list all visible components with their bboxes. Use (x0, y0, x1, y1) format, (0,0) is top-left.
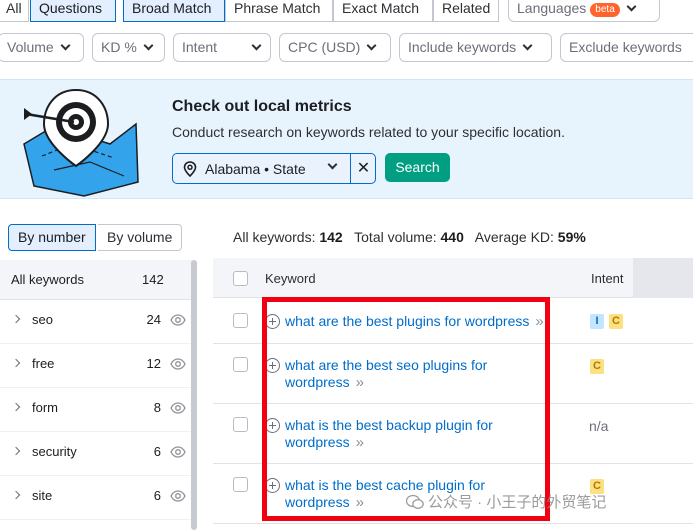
table-header: Keyword Intent (213, 258, 693, 298)
all-keywords-group[interactable]: All keywords 142 (0, 260, 193, 300)
group-count: 8 (153, 400, 161, 415)
clear-location-button[interactable]: ✕ (350, 154, 376, 183)
kd-filter-label: KD % (101, 39, 137, 55)
eye-icon[interactable] (170, 446, 186, 458)
chevron-right-icon (11, 314, 21, 324)
chevron-right-icon (11, 490, 21, 500)
group-count: 12 (146, 356, 161, 371)
all-keywords-count: 142 (142, 272, 164, 287)
chevron-down-icon (626, 1, 637, 12)
group-item-free[interactable]: free 12 (0, 344, 193, 388)
row-checkbox[interactable] (233, 417, 248, 432)
tab-exact-match[interactable]: Exact Match (333, 0, 433, 22)
intent-filter-label: Intent (182, 39, 218, 55)
languages-dropdown[interactable]: Languages beta (508, 0, 660, 22)
tab-all[interactable]: All (0, 0, 29, 22)
tab-phrase-match[interactable]: Phrase Match (225, 0, 333, 22)
volume-filter-label: Volume (7, 39, 54, 55)
chevron-down-icon (366, 40, 377, 51)
intent-not-available: n/a (589, 418, 609, 434)
close-icon: ✕ (356, 160, 371, 177)
row-checkbox[interactable] (233, 477, 248, 492)
keyword-groups-panel: By number By volume All keywords 142 seo… (0, 214, 198, 530)
keywords-summary: All keywords: 142 Total volume: 440 Aver… (233, 229, 586, 245)
group-item-security[interactable]: security 6 (0, 432, 193, 476)
tab-broad-match[interactable]: Broad Match (123, 0, 225, 22)
chevron-down-icon (60, 40, 71, 51)
summary-volume-value: 440 (440, 229, 464, 245)
groups-scrollbar[interactable] (191, 260, 197, 530)
include-keywords-label: Include keywords (408, 39, 517, 55)
match-type-tabs: All Questions Broad Match Phrase Match E… (0, 0, 693, 22)
group-item-form[interactable]: form 8 (0, 388, 193, 432)
beta-badge: beta (590, 3, 620, 17)
wechat-icon (405, 494, 424, 509)
cpc-filter[interactable]: CPC (USD) (279, 33, 391, 62)
eye-icon[interactable] (170, 402, 186, 414)
location-value: Alabama • State (205, 161, 306, 177)
chevron-right-icon (11, 358, 21, 368)
column-header-intent[interactable]: Intent (591, 271, 624, 286)
banner-subtitle: Conduct research on keywords related to … (172, 124, 565, 140)
tab-questions[interactable]: Questions (30, 0, 116, 22)
summary-kd-value: 59% (557, 229, 586, 245)
watermark-text: 公众号 · 小王子的外贸笔记 (405, 491, 607, 512)
summary-keywords-value: 142 (319, 229, 343, 245)
chevron-down-icon (522, 40, 533, 51)
intent-badge-commercial: C (590, 359, 604, 374)
chevron-down-icon (327, 159, 338, 170)
header-column-sorted (633, 258, 693, 298)
volume-filter[interactable]: Volume (0, 33, 84, 62)
exclude-keywords-filter[interactable]: Exclude keywords (560, 33, 693, 62)
include-keywords-filter[interactable]: Include keywords (399, 33, 552, 62)
column-header-keyword[interactable]: Keyword (265, 271, 316, 286)
group-count: 6 (153, 444, 161, 459)
chevron-down-icon (251, 40, 262, 51)
watermark-label: 公众号 · 小王子的外贸笔记 (428, 494, 607, 511)
banner-title: Check out local metrics (172, 98, 352, 115)
eye-icon[interactable] (170, 314, 186, 326)
languages-label: Languages (517, 0, 587, 16)
chevron-right-icon (11, 402, 21, 412)
location-select[interactable]: Alabama • State ✕ (172, 153, 376, 184)
select-all-checkbox[interactable] (233, 271, 248, 286)
by-volume-toggle[interactable]: By volume (98, 224, 183, 251)
group-label: site (32, 488, 53, 503)
group-label: security (32, 444, 77, 459)
local-metrics-banner: Check out local metrics Conduct research… (0, 79, 693, 199)
target-map-illustration (23, 88, 139, 197)
by-number-toggle[interactable]: By number (8, 224, 96, 251)
group-label: free (32, 356, 55, 371)
group-label: seo (32, 312, 53, 327)
group-count: 6 (153, 488, 161, 503)
kd-filter[interactable]: KD % (92, 33, 165, 62)
group-item-seo[interactable]: seo 24 (0, 300, 193, 344)
summary-volume-label: Total volume: (354, 229, 437, 245)
summary-keywords-label: All keywords: (233, 229, 316, 245)
eye-icon[interactable] (170, 358, 186, 370)
highlight-annotation-box (262, 297, 550, 521)
chevron-right-icon (11, 446, 21, 456)
row-checkbox[interactable] (233, 357, 248, 372)
group-label: form (32, 400, 58, 415)
row-checkbox[interactable] (233, 313, 248, 328)
intent-badge-commercial: C (609, 314, 623, 329)
tab-related[interactable]: Related (433, 0, 499, 22)
intent-filter[interactable]: Intent (173, 33, 271, 62)
eye-icon[interactable] (170, 490, 186, 502)
summary-kd-label: Average KD: (474, 229, 554, 245)
cpc-filter-label: CPC (USD) (288, 39, 361, 55)
group-item-site[interactable]: site 6 (0, 476, 193, 520)
intent-badge-informational: I (590, 314, 604, 329)
chevron-down-icon (143, 40, 154, 51)
exclude-keywords-label: Exclude keywords (569, 39, 682, 55)
search-button[interactable]: Search (385, 153, 450, 182)
all-keywords-label: All keywords (11, 272, 84, 287)
location-pin-icon (183, 161, 197, 177)
filters-bar: Volume KD % Intent CPC (USD) Include key… (0, 33, 693, 62)
group-count: 24 (146, 312, 161, 327)
